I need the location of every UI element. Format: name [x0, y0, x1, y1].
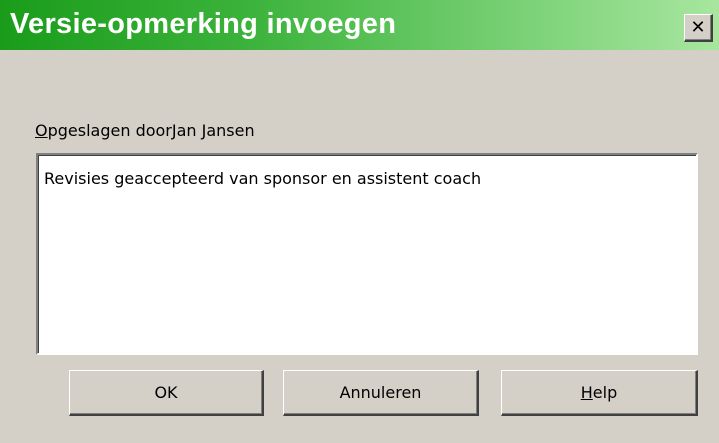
- saved-by-name: Jan Jansen: [171, 121, 255, 140]
- saved-by-label-text: pgeslagen door: [47, 121, 172, 140]
- ok-button[interactable]: OK: [69, 370, 264, 416]
- ok-button-label: OK: [154, 383, 178, 402]
- dialog-title: Versie-opmerking invoegen: [10, 8, 397, 40]
- title-bar[interactable]: Versie-opmerking invoegen ✕: [0, 0, 719, 50]
- close-icon: ✕: [690, 16, 706, 38]
- saved-by-label-mnemonic: O: [35, 121, 48, 140]
- help-button-mnemonic: H: [580, 383, 593, 402]
- insert-version-comment-dialog: Versie-opmerking invoegen ✕ Opgeslagen d…: [0, 0, 719, 443]
- comment-textarea[interactable]: Revisies geaccepteerd van sponsor en ass…: [36, 153, 698, 355]
- saved-by-label: Opgeslagen doorJan Jansen: [35, 121, 255, 141]
- cancel-button-label: Annuleren: [339, 383, 422, 402]
- cancel-button[interactable]: Annuleren: [283, 370, 479, 416]
- help-button-label-rest: elp: [592, 383, 618, 402]
- comment-text: Revisies geaccepteerd van sponsor en ass…: [44, 169, 482, 188]
- help-button-label: Help: [581, 383, 617, 402]
- help-button[interactable]: Help: [501, 370, 698, 416]
- close-button[interactable]: ✕: [684, 14, 713, 42]
